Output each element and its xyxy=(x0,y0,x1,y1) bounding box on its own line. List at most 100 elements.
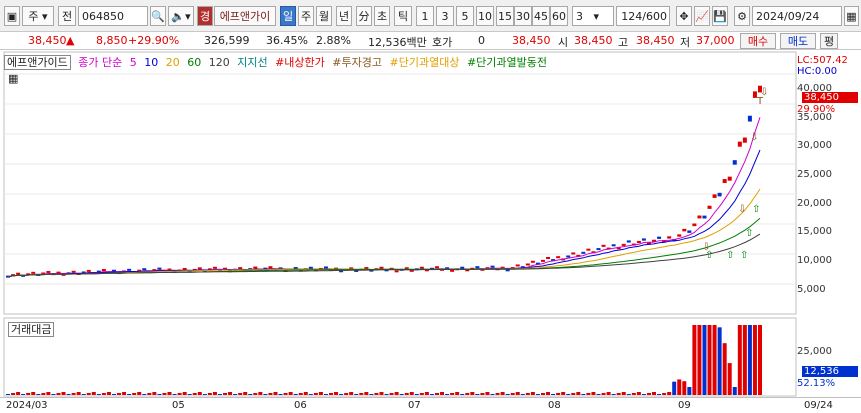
volume-bar xyxy=(349,392,354,395)
prev-button[interactable]: 전 xyxy=(58,6,76,26)
window-icon[interactable]: ▣ xyxy=(4,6,20,26)
volume-bar xyxy=(621,392,626,395)
candle xyxy=(742,137,747,143)
volume-bar xyxy=(278,394,283,395)
tab-daily[interactable]: 일 xyxy=(280,6,296,26)
interval-15[interactable]: 15 xyxy=(496,6,514,26)
volume-bar xyxy=(475,394,480,395)
volume-bar xyxy=(177,393,182,395)
open-price: 38,450 xyxy=(574,34,613,47)
volume-bar xyxy=(414,394,419,395)
x-tick-1: 05 xyxy=(172,400,185,411)
date-input[interactable]: 2024/09/24 xyxy=(752,6,842,26)
stock-name: 에프앤가이 xyxy=(214,6,276,26)
market-select[interactable]: 주 ▾ xyxy=(22,6,54,26)
candle xyxy=(712,194,717,198)
interval-45[interactable]: 45 xyxy=(532,6,550,26)
turnover-pct: 36.45% xyxy=(266,34,308,47)
volume-bar xyxy=(106,392,111,395)
sell-button[interactable]: 매도 xyxy=(780,33,816,49)
interval-select[interactable]: 3 ▾ xyxy=(572,6,614,26)
volume-bar xyxy=(268,393,273,395)
candle xyxy=(71,270,76,273)
volume-bar xyxy=(147,393,152,395)
interval-10[interactable]: 10 xyxy=(476,6,494,26)
candle xyxy=(434,266,439,269)
crosshair-icon[interactable]: ✥ xyxy=(676,6,692,26)
stock-code-input[interactable]: 064850 xyxy=(78,6,148,26)
volume-bar xyxy=(535,394,540,395)
interval-5[interactable]: 5 xyxy=(456,6,474,26)
interval-30[interactable]: 30 xyxy=(514,6,532,26)
volume-bar xyxy=(61,392,66,395)
speaker-icon[interactable]: 🔈▾ xyxy=(168,6,194,26)
candle xyxy=(450,269,455,272)
legend-ma60: 60 xyxy=(187,56,202,69)
legend-tag3: #단기과열대상 xyxy=(389,56,460,69)
interval-3[interactable]: 3 xyxy=(436,6,454,26)
candle xyxy=(86,269,91,272)
hoga-value: 0 xyxy=(478,34,485,47)
candle xyxy=(626,240,631,243)
volume-bar xyxy=(480,393,485,395)
lc-value: LC:507.42 xyxy=(797,55,848,66)
volume-bar xyxy=(36,394,41,395)
candle xyxy=(308,266,313,269)
hc-value: HC:0.00 xyxy=(797,66,838,77)
grid-icon[interactable]: ▦ xyxy=(8,72,18,85)
candle xyxy=(475,266,480,269)
volume-bar xyxy=(652,392,657,395)
bar-count-input[interactable]: 124/600 xyxy=(616,6,670,26)
search-icon[interactable]: 🔍 xyxy=(150,6,166,26)
candle xyxy=(697,215,702,219)
volume-bar xyxy=(192,393,197,395)
volume-bar xyxy=(182,392,187,395)
eval-button[interactable]: 평 xyxy=(820,33,838,49)
tab-weekly[interactable]: 주 xyxy=(298,6,314,26)
candle xyxy=(677,234,682,237)
tab-yearly[interactable]: 년 xyxy=(336,6,352,26)
volume-bar xyxy=(364,392,369,395)
candle xyxy=(717,192,722,197)
volume-bar xyxy=(228,392,233,395)
save-icon[interactable]: 💾 xyxy=(712,6,728,26)
volume-bar xyxy=(31,392,36,395)
volume-bar xyxy=(636,392,641,395)
volume-bar xyxy=(490,394,495,395)
interval-60[interactable]: 60 xyxy=(550,6,568,26)
volume-bar xyxy=(460,394,465,395)
legend-ma-label: 종가 단순 xyxy=(78,56,123,69)
candle xyxy=(702,215,707,219)
volume-bar xyxy=(132,393,137,395)
volume-bar xyxy=(576,392,581,395)
buy-button[interactable]: 매수 xyxy=(740,33,776,49)
svg-text:⇧: ⇧ xyxy=(726,250,734,261)
gear-icon[interactable]: ⚙ xyxy=(734,6,750,26)
interval-1[interactable]: 1 xyxy=(416,6,434,26)
volume-bar xyxy=(455,392,460,395)
volume-bar xyxy=(450,393,455,395)
volume-bar xyxy=(662,393,667,395)
volume-bar xyxy=(404,393,409,395)
volume-bar xyxy=(339,394,344,395)
volume-bar xyxy=(470,392,475,395)
candle xyxy=(253,266,258,269)
calendar-icon[interactable]: ▦ xyxy=(844,6,859,26)
chart-icon[interactable]: 📈 xyxy=(694,6,710,26)
tab-minute[interactable]: 分 xyxy=(356,6,372,26)
high-label: 고 xyxy=(618,36,629,49)
tab-second[interactable]: 초 xyxy=(374,6,390,26)
volume-bar xyxy=(16,392,21,395)
volume-bar xyxy=(727,363,732,395)
candle xyxy=(737,141,742,147)
candle xyxy=(556,256,561,259)
legend-name[interactable]: 에프앤가이드 xyxy=(4,55,71,70)
volume-bar xyxy=(424,392,429,395)
tab-tick[interactable]: 틱 xyxy=(394,6,412,26)
tab-monthly[interactable]: 월 xyxy=(316,6,332,26)
candle xyxy=(667,236,672,239)
price-chart[interactable]: ⇩ ⇩ ⇩ ⇩ ⇧ ⇧ ⇧ ⇧ ⇧ xyxy=(0,51,861,413)
volume-bar xyxy=(202,394,207,395)
volume-title-text[interactable]: 거래대금 xyxy=(8,322,55,337)
volume-bar xyxy=(692,325,697,395)
